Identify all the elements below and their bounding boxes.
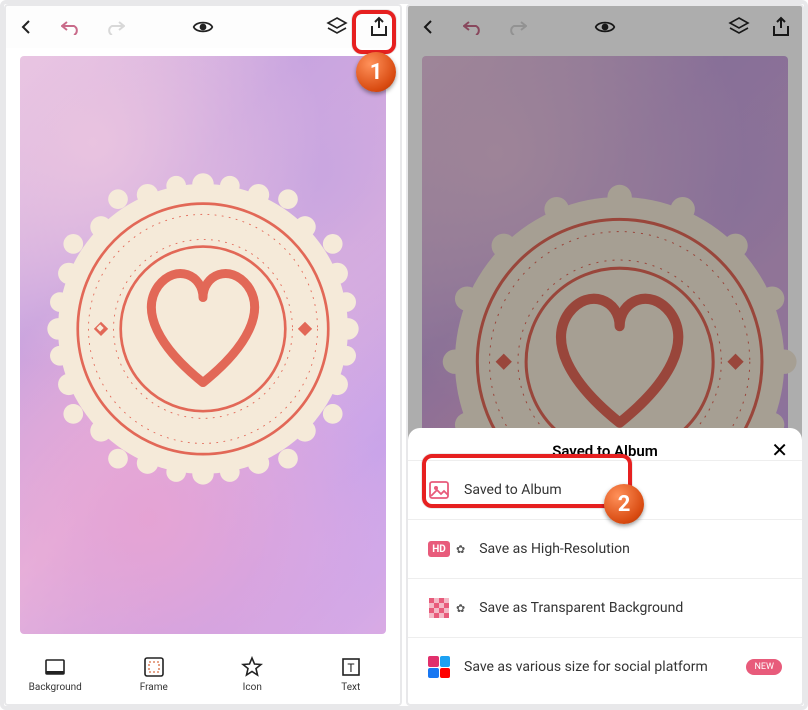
tool-label: Text [341, 682, 360, 693]
new-badge: NEW [746, 659, 782, 675]
row-label: Save as various size for social platform [464, 659, 708, 675]
callout-badge-2: 2 [604, 484, 644, 524]
tool-label: Icon [243, 682, 262, 693]
screen-left: Background Frame Icon T Text 1 [4, 4, 402, 706]
tool-label: Frame [140, 682, 168, 693]
editor-canvas[interactable] [20, 56, 386, 634]
panel-title: Saved to Album [408, 442, 802, 460]
preview-icon[interactable] [192, 16, 214, 38]
close-icon[interactable]: ✕ [771, 440, 788, 460]
export-icon[interactable] [368, 16, 390, 38]
row-transparent-bg[interactable]: ✿ Save as Transparent Background [408, 578, 802, 637]
bottom-toolbar: Background Frame Icon T Text [6, 644, 400, 704]
layers-icon[interactable] [326, 16, 348, 38]
top-bar [6, 6, 400, 48]
save-panel: Saved to Album ✕ Saved to Album HD ✿ Sav… [408, 428, 802, 704]
tool-frame[interactable]: Frame [105, 644, 204, 704]
heart-badge-artwork [42, 168, 364, 490]
tool-text[interactable]: T Text [302, 644, 401, 704]
svg-text:T: T [347, 661, 354, 675]
callout-badge-1: 1 [356, 52, 396, 92]
row-label: Saved to Album [464, 482, 562, 498]
comparison-container: Background Frame Icon T Text 1 [0, 0, 808, 710]
social-icon [428, 656, 450, 678]
row-social-sizes[interactable]: Save as various size for social platform… [408, 637, 802, 696]
premium-icon: ✿ [456, 543, 465, 556]
undo-icon[interactable] [60, 16, 82, 38]
redo-icon[interactable] [104, 16, 126, 38]
premium-icon: ✿ [456, 602, 465, 615]
tool-background[interactable]: Background [6, 644, 105, 704]
tool-label: Background [29, 682, 82, 693]
back-icon[interactable] [16, 16, 38, 38]
screen-right: Saved to Album ✕ Saved to Album HD ✿ Sav… [406, 4, 804, 706]
image-icon [428, 479, 450, 501]
tool-icon[interactable]: Icon [203, 644, 302, 704]
row-high-resolution[interactable]: HD ✿ Save as High-Resolution [408, 519, 802, 578]
row-label: Save as Transparent Background [479, 600, 683, 616]
hd-icon: HD [428, 538, 450, 560]
transparency-icon [428, 597, 450, 619]
row-label: Save as High-Resolution [479, 541, 630, 557]
